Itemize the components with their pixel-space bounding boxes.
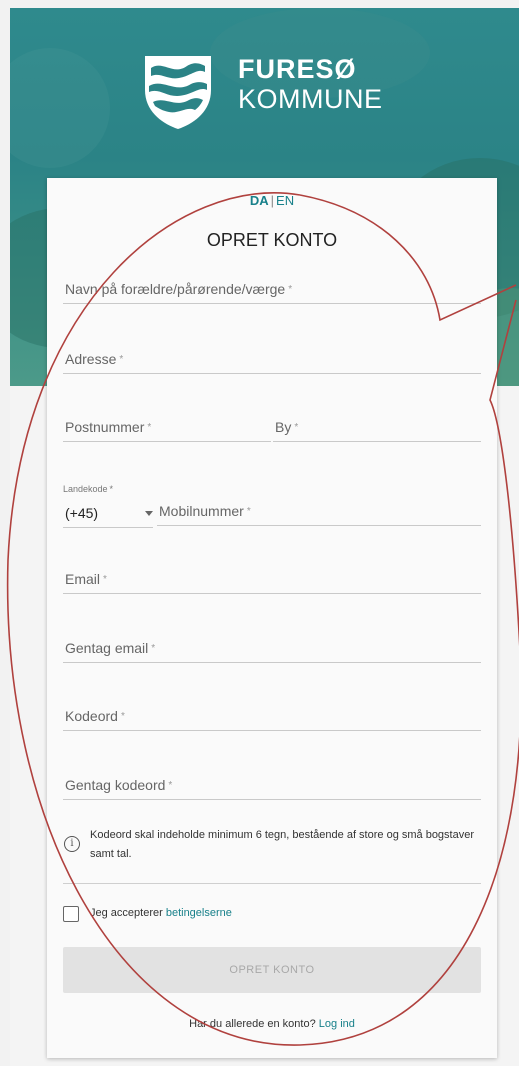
brand-name-line2: KOMMUNE (238, 84, 383, 114)
mobile-input[interactable]: Mobilnummer * (157, 496, 481, 526)
email-label: Email * (65, 571, 107, 587)
terms-link[interactable]: betingelserne (166, 907, 232, 919)
email-repeat-input[interactable]: Gentag email * (63, 633, 481, 663)
login-link[interactable]: Log ind (319, 1018, 355, 1030)
password-repeat-input[interactable]: Gentag kodeord * (63, 770, 481, 800)
terms-prefix: Jeg accepterer (90, 907, 163, 919)
password-label: Kodeord * (65, 708, 125, 724)
info-icon: i (64, 836, 80, 852)
country-code-select[interactable]: (+45) (63, 500, 153, 528)
language-da-link[interactable]: DA (250, 193, 269, 208)
furesoe-logo[interactable]: FURESØ KOMMUNE (143, 50, 403, 130)
postal-code-label: Postnummer * (65, 419, 152, 435)
password-repeat-label: Gentag kodeord * (65, 777, 173, 793)
password-input[interactable]: Kodeord * (63, 701, 481, 731)
postal-code-input[interactable]: Postnummer * (63, 412, 271, 442)
chevron-down-icon (145, 511, 153, 516)
divider (63, 883, 481, 884)
language-switcher: DA | EN (47, 193, 497, 208)
create-account-button[interactable]: OPRET KONTO (63, 947, 481, 993)
login-prompt-text: Har du allerede en konto? (189, 1018, 316, 1030)
language-en-link[interactable]: EN (276, 193, 294, 208)
login-prompt: Har du allerede en konto? Log ind (47, 1018, 497, 1030)
email-input[interactable]: Email * (63, 564, 481, 594)
country-code-value: (+45) (65, 505, 99, 521)
furesoe-shield-icon (145, 56, 211, 129)
email-repeat-label: Gentag email * (65, 640, 156, 656)
mobile-label: Mobilnummer * (159, 503, 251, 519)
language-separator: | (270, 193, 275, 208)
address-input[interactable]: Adresse * (63, 344, 481, 374)
page-title: OPRET KONTO (206, 230, 338, 250)
terms-label: Jeg accepterer betingelserne (90, 907, 232, 919)
terms-checkbox[interactable] (63, 906, 79, 922)
country-code-label: Landekode * (63, 484, 114, 494)
city-input[interactable]: By * (273, 412, 481, 442)
city-label: By * (275, 419, 299, 435)
guardian-name-label: Navn på forældre/pårørende/værge * (65, 281, 293, 297)
signup-card: DA | EN OPRET KONTO Navn på forældre/pårør… (47, 178, 497, 1058)
password-hint: Kodeord skal indeholde minimum 6 tegn, b… (90, 829, 475, 860)
guardian-name-input[interactable]: Navn på forældre/pårørende/værge * (63, 274, 481, 304)
brand-name-line1: FURESØ (238, 54, 357, 84)
address-label: Adresse * (65, 351, 124, 367)
